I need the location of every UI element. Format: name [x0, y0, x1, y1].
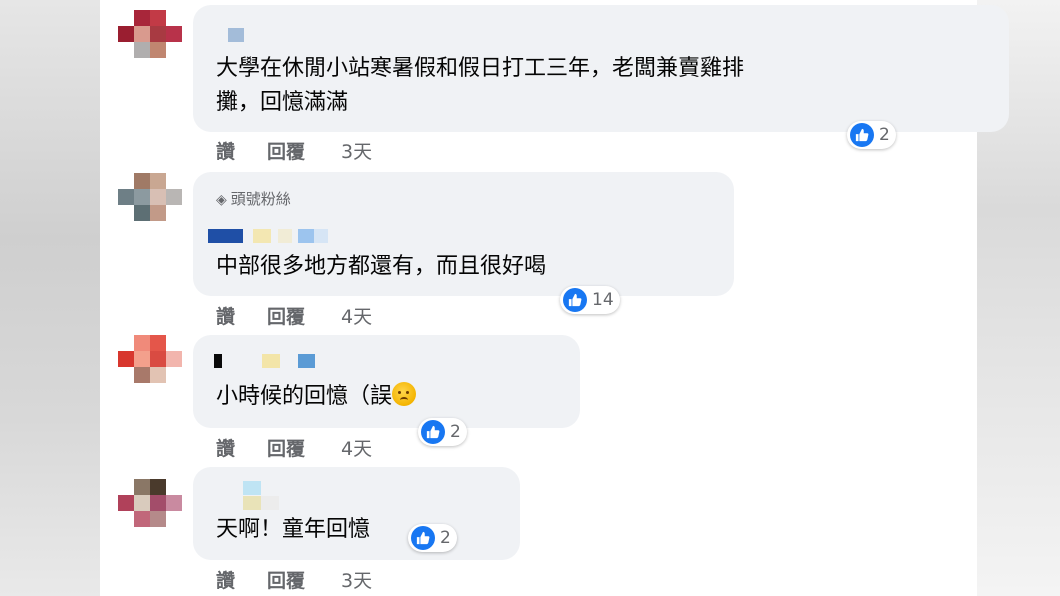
reply-button[interactable]: 回覆	[267, 434, 305, 461]
blurred-background-left	[0, 0, 100, 596]
comment-text: 大學在休閒小站寒暑假和假日打工三年，老闆兼賣雞排	[216, 56, 745, 81]
comment-panel: 大學在休閒小站寒暑假和假日打工三年，老闆兼賣雞排 攤，回憶滿滿 2 讚 回覆 3…	[100, 0, 1009, 596]
pleading-face-emoji	[392, 382, 417, 406]
avatar[interactable]	[118, 10, 184, 66]
comment-text: 中部很多地方都還有，而且很好喝	[216, 254, 547, 279]
like-button[interactable]: 讚	[216, 566, 235, 593]
reaction-count[interactable]: 2	[408, 524, 457, 552]
timestamp[interactable]: 4天	[341, 302, 372, 329]
reaction-count[interactable]: 14	[560, 286, 620, 314]
diamond-icon: ◈	[216, 192, 227, 208]
avatar[interactable]	[118, 479, 184, 535]
comment-text: 小時候的回憶（誤	[216, 378, 417, 416]
reaction-count[interactable]: 2	[418, 418, 467, 446]
like-button[interactable]: 讚	[216, 434, 235, 461]
comment-text: 天啊！童年回憶	[216, 517, 371, 542]
avatar[interactable]	[118, 335, 184, 391]
reply-button[interactable]: 回覆	[267, 566, 305, 593]
reaction-count[interactable]: 2	[847, 121, 896, 149]
thumbs-up-icon	[563, 288, 587, 312]
thumbs-up-icon	[411, 526, 435, 550]
reply-button[interactable]: 回覆	[267, 137, 305, 164]
timestamp[interactable]: 3天	[341, 566, 372, 593]
top-fan-badge[interactable]: ◈ 頭號粉絲	[216, 188, 291, 209]
thumbs-up-icon	[850, 123, 874, 147]
timestamp[interactable]: 4天	[341, 434, 372, 461]
reply-button[interactable]: 回覆	[267, 302, 305, 329]
avatar[interactable]	[118, 173, 184, 229]
thumbs-up-icon	[421, 420, 445, 444]
like-button[interactable]: 讚	[216, 137, 235, 164]
like-button[interactable]: 讚	[216, 302, 235, 329]
timestamp[interactable]: 3天	[341, 137, 372, 164]
comment-text-continued: 攤，回憶滿滿	[216, 90, 349, 115]
